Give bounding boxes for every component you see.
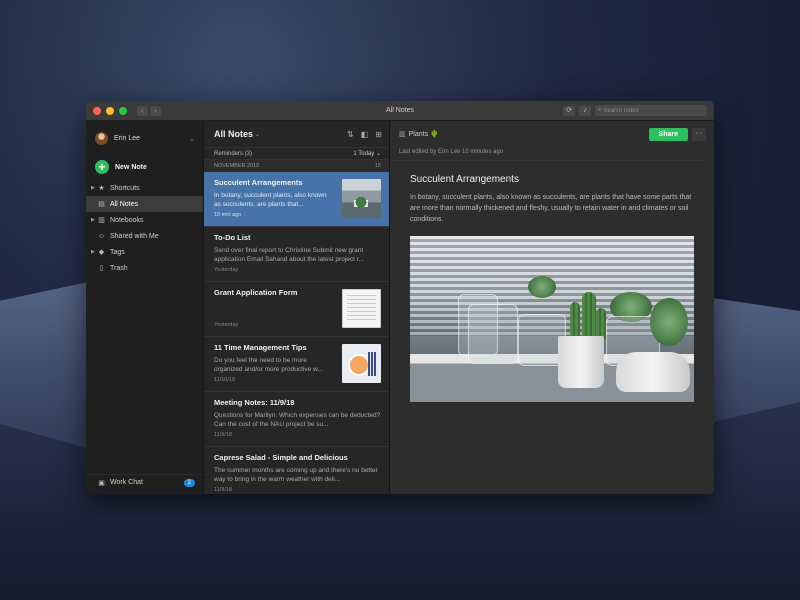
minimize-window-button[interactable] [106,106,114,115]
list-item[interactable]: To-Do List Send over final report to Chr… [204,227,389,282]
sidebar-item-all-notes[interactable]: ▤ All Notes [86,196,203,212]
note-icon: ▤ [98,201,105,208]
note-date: 11/9/18 [214,432,232,438]
sidebar-item-label: Shortcuts [110,184,140,192]
note-body[interactable]: In botany, succulent plants, also known … [410,192,694,225]
list-item[interactable]: Caprese Salad - Simple and Delicious The… [204,447,389,494]
sidebar-item-label: Notebooks [110,216,144,224]
reminders-bar[interactable]: Reminders (3) 1 Today ⌄ [204,147,389,160]
note-snippet: The summer months are coming up and ther… [214,467,378,483]
note-thumbnail [342,344,381,383]
list-item[interactable]: 11 Time Management Tips Do you feel the … [204,337,389,392]
sidebar-item-label: Trash [110,264,128,272]
note-snippet: Send over final report to Christine Subm… [214,247,364,263]
sync-icon[interactable]: ⟳ [563,105,575,116]
note-title: To-Do List [214,233,251,242]
share-button[interactable]: Share [648,127,688,141]
chat-icon: ▣ [98,479,105,487]
sidebar-item-label: All Notes [110,200,139,208]
sidebar: Erin Lee ⌄ + New Note ▶ ★ Shortcuts ▤ Al… [86,121,204,494]
list-item[interactable]: Grant Application Form Yesterday [204,282,389,337]
note-editor: ▥ Plants 🌵 Share ··· Last edited by Erin… [390,121,714,494]
note-date: 11/9/18 [214,487,232,493]
note-title: Grant Application Form [214,288,298,297]
chevron-down-icon[interactable]: ⌄ [255,131,260,138]
note-title: Caprese Salad - Simple and Delicious [214,453,348,462]
note-title: 11 Time Management Tips [214,343,307,352]
tag-icon: ◆ [98,249,105,256]
note-title-heading[interactable]: Succulent Arrangements [410,174,694,185]
notebook-icon: ▥ [399,131,406,138]
zoom-window-button[interactable] [119,106,127,115]
succulent-photo[interactable] [410,236,694,402]
window-controls [93,106,127,115]
star-icon: ★ [98,185,105,192]
app-window: ‹ › All Notes ⟳ ♪ ⌕ Erin Lee ⌄ + New Not… [86,101,714,494]
search-box[interactable]: ⌕ [595,105,707,116]
history-nav: ‹ › [137,105,161,116]
chevron-down-icon: ⌄ [189,135,195,143]
search-icon: ⌕ [598,107,602,113]
note-title: Meeting Notes: 11/9/18 [214,398,295,407]
bell-icon[interactable]: ♪ [579,105,591,116]
note-snippet: Questions for Marilyn: Which expenses ca… [214,412,381,428]
note-list-header: All Notes ⌄ ⇅ ◧ ⊞ [204,121,389,147]
forward-arrow-icon[interactable]: › [150,105,161,116]
sidebar-item-shortcuts[interactable]: ▶ ★ Shortcuts [86,180,203,196]
note-list-title[interactable]: All Notes [214,129,253,139]
note-title: Succulent Arrangements [214,178,303,187]
sidebar-item-label: Tags [110,248,125,256]
note-thumbnail [342,289,381,328]
reminders-label: Reminders (3) [214,150,253,157]
toolbar-right: ⟳ ♪ ⌕ [563,105,707,116]
editor-toolbar: ▥ Plants 🌵 Share ··· [390,121,714,147]
last-edited-info: Last edited by Erin Lee 10 minutes ago [390,147,705,161]
notebook-icon: ▥ [98,217,105,224]
unread-badge: 2 [183,478,195,487]
note-list: All Notes ⌄ ⇅ ◧ ⊞ Reminders (3) 1 Today … [204,121,390,494]
plus-icon: + [95,160,109,174]
work-chat-button[interactable]: ▣ Work Chat 2 [86,474,203,490]
note-thumbnail [342,179,381,218]
list-item[interactable]: Succulent Arrangements In botany, succul… [204,172,389,227]
sidebar-item-label: Shared with Me [110,232,159,240]
search-input[interactable] [603,107,707,114]
view-toggle-icon[interactable]: ◧ [361,130,369,139]
sprout-icon: 🌵 [430,131,439,138]
sidebar-item-tags[interactable]: ▶ ◆ Tags [86,244,203,260]
avatar [95,132,108,145]
sidebar-item-notebooks[interactable]: ▶ ▥ Notebooks [86,212,203,228]
month-divider: NOVEMBER 2018 15 [204,160,389,172]
note-snippet: Do you feel the need to be more organize… [214,357,323,373]
close-window-button[interactable] [93,106,101,115]
more-options-button[interactable]: ··· [692,127,706,141]
note-snippet [214,301,333,319]
account-switcher[interactable]: Erin Lee ⌄ [86,121,203,148]
list-item[interactable]: Meeting Notes: 11/9/18 Questions for Mar… [204,392,389,447]
trash-icon: ▯ [99,265,104,272]
notebook-name[interactable]: Plants [409,131,428,138]
work-chat-label: Work Chat [110,479,143,486]
new-note-label: New Note [115,163,147,171]
people-icon: ☺ [97,232,106,240]
reminders-filter[interactable]: 1 Today ⌄ [353,150,381,157]
back-arrow-icon[interactable]: ‹ [137,105,148,116]
month-count: 15 [374,163,381,169]
sidebar-item-trash[interactable]: ▯ Trash [86,260,203,276]
note-content[interactable]: Succulent Arrangements In botany, succul… [390,161,714,402]
note-snippet: In botany, succulent plants, also known … [214,192,327,208]
sort-icon[interactable]: ⇅ [347,130,354,139]
new-note-button[interactable]: + New Note [86,148,203,180]
sidebar-item-shared-with-me[interactable]: ☺ Shared with Me [86,228,203,244]
user-name: Erin Lee [114,135,141,142]
month-label: NOVEMBER 2018 [214,163,260,169]
filter-icon[interactable]: ⊞ [375,130,382,139]
title-bar: ‹ › All Notes ⟳ ♪ ⌕ [86,101,714,121]
note-date: Yesterday [214,267,239,273]
